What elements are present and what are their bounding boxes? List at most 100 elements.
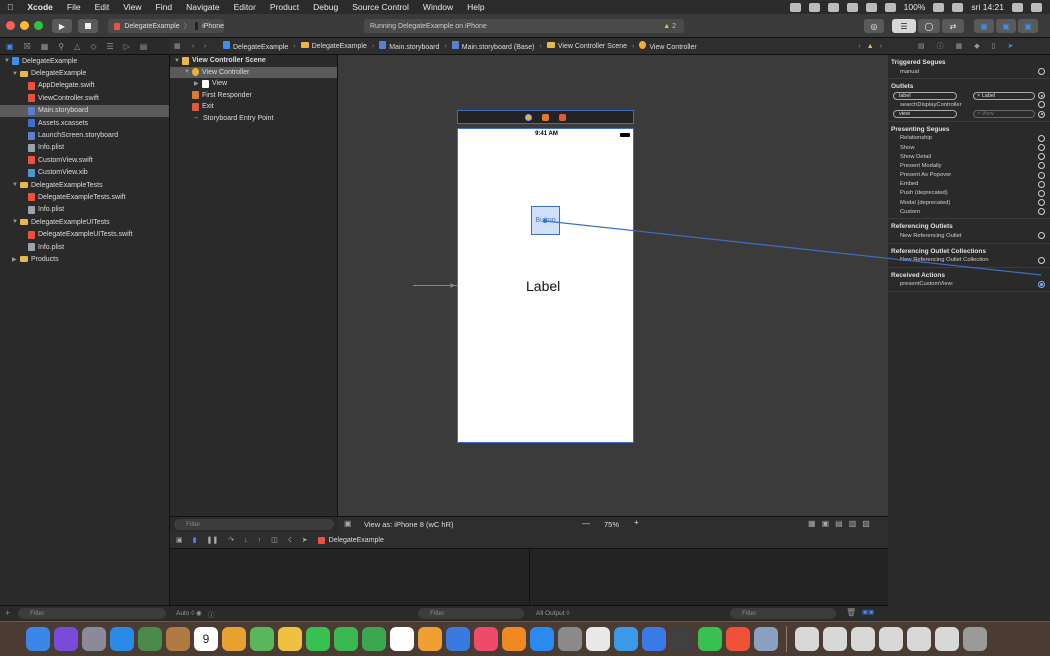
warning-badge[interactable]: ▲ 2 <box>663 23 684 30</box>
update-frames-icon[interactable]: ▦ <box>808 519 816 528</box>
menu-help[interactable]: Help <box>460 2 491 12</box>
ui-label[interactable]: Label <box>526 278 560 294</box>
location-icon[interactable]: ➤ <box>302 536 308 544</box>
file-inspector-icon[interactable]: ▤ <box>918 42 925 50</box>
window-4-icon[interactable] <box>907 627 931 651</box>
breakpoint-navigator-icon[interactable]: ▷ <box>124 42 130 51</box>
connection-row[interactable]: label × Label <box>888 91 1050 100</box>
connection-circle-icon[interactable] <box>1038 171 1045 179</box>
finder-icon[interactable] <box>26 627 50 651</box>
next-issue-icon[interactable]: › <box>880 43 882 50</box>
connection-row[interactable]: New Referencing Outlet Collection <box>888 256 1050 265</box>
symbol-navigator-icon[interactable]: ▦ <box>41 42 49 51</box>
version-editor-button[interactable]: ⇄ <box>942 19 964 33</box>
disclosure-icon[interactable]: ▼ <box>12 219 20 225</box>
disclosure-icon[interactable]: ▼ <box>174 58 182 64</box>
books-icon[interactable] <box>502 627 526 651</box>
connection-row[interactable]: Embed <box>888 180 1050 189</box>
step-over-icon[interactable]: ↷ <box>228 536 234 544</box>
disclosure-icon[interactable]: ▼ <box>12 71 20 77</box>
navigator-item[interactable]: ▼ DelegateExampleUITests <box>0 216 169 228</box>
close-window-button[interactable] <box>6 21 15 30</box>
view-as-device[interactable]: View as: iPhone 8 (wC hR) <box>364 520 453 529</box>
minimize-window-button[interactable] <box>20 21 29 30</box>
chrome-icon[interactable] <box>586 627 610 651</box>
library-button[interactable]: ◎ <box>864 19 884 33</box>
disclosure-icon[interactable]: ▼ <box>184 69 192 75</box>
battery-percentage[interactable]: 100% <box>904 2 926 12</box>
navigator-filter-input[interactable]: Filter <box>18 608 166 619</box>
connection-circle-icon[interactable] <box>1038 199 1045 207</box>
outline-item[interactable]: First Responder <box>170 90 337 102</box>
connection-circle-icon[interactable] <box>1038 101 1045 109</box>
appstore-icon[interactable] <box>530 627 554 651</box>
document-icon[interactable] <box>795 627 819 651</box>
connection-circle-icon[interactable] <box>1038 232 1045 240</box>
variables-filter-input[interactable]: Filter <box>418 608 524 619</box>
toggle-navigator-button[interactable]: ▣ <box>974 19 994 33</box>
status-icon-finder[interactable] <box>808 2 820 12</box>
navigator-item[interactable]: ViewController.swift <box>0 92 169 104</box>
report-navigator-icon[interactable]: ▤ <box>140 42 148 51</box>
outline-item[interactable]: ▶ View <box>170 78 337 90</box>
toggle-debug-area-button[interactable]: ▣ <box>996 19 1016 33</box>
test-navigator-icon[interactable]: ◇ <box>90 42 96 51</box>
menu-file[interactable]: File <box>60 2 88 12</box>
photo-app-icon[interactable] <box>138 627 162 651</box>
warning-icon[interactable]: ▲ <box>867 43 874 50</box>
outlet-target-pill[interactable]: × Label <box>973 92 1035 100</box>
connection-row[interactable]: view × View <box>888 110 1050 119</box>
window-3-icon[interactable] <box>879 627 903 651</box>
align-icon[interactable]: ▤ <box>835 519 843 528</box>
menu-editor[interactable]: Editor <box>227 2 263 12</box>
outline-item[interactable]: Exit <box>170 101 337 113</box>
breakpoints-toggle-icon[interactable]: ▮ <box>193 536 197 544</box>
connection-circle-icon[interactable] <box>1038 162 1045 170</box>
connection-circle-icon[interactable] <box>1038 153 1045 161</box>
issue-navigator-icon[interactable]: △ <box>74 42 80 51</box>
keynote-icon[interactable] <box>446 627 470 651</box>
status-icon-pin[interactable] <box>827 2 839 12</box>
disclosure-icon[interactable]: ▼ <box>4 58 12 64</box>
connection-circle-icon[interactable] <box>1038 280 1045 288</box>
menu-window[interactable]: Window <box>416 2 460 12</box>
jumpbar-crumb-project[interactable]: DelegateExample <box>223 41 288 51</box>
launchpad-icon[interactable] <box>82 627 106 651</box>
outlet-target-pill[interactable]: × View <box>973 110 1035 118</box>
connection-circle-icon[interactable] <box>1038 180 1045 188</box>
add-constraints-icon[interactable]: ▧ <box>849 519 857 528</box>
disclosure-icon[interactable]: ▶ <box>12 256 20 263</box>
xcode-icon[interactable] <box>642 627 666 651</box>
console-view[interactable] <box>530 549 888 605</box>
connection-circle-icon[interactable] <box>1038 256 1045 264</box>
connection-circle-icon[interactable] <box>1038 68 1045 75</box>
wifi-icon[interactable] <box>865 2 877 12</box>
navigator-item[interactable]: Info.plist <box>0 204 169 216</box>
navigator-item[interactable]: ▼ DelegateExampleTests <box>0 179 169 191</box>
window-1-icon[interactable] <box>823 627 847 651</box>
notification-center-icon[interactable] <box>1031 2 1042 12</box>
window-2-icon[interactable] <box>851 627 875 651</box>
jumpbar-crumb-view-controller[interactable]: View Controller <box>639 41 697 51</box>
numbers-icon[interactable] <box>362 627 386 651</box>
variables-view[interactable] <box>170 549 530 605</box>
previous-issue-icon[interactable]: ‹ <box>858 43 860 50</box>
connection-row[interactable]: Custom <box>888 207 1050 216</box>
navigator-item[interactable]: DelegateExampleTests.swift <box>0 191 169 203</box>
view-controller-icon[interactable] <box>525 113 532 121</box>
navigator-item[interactable]: CustomView.xib <box>0 167 169 179</box>
volume-icon[interactable] <box>884 2 896 12</box>
search-icon[interactable] <box>1012 2 1023 12</box>
sublime-icon[interactable] <box>670 627 694 651</box>
disclosure-icon[interactable]: ▶ <box>194 80 202 87</box>
connection-row[interactable]: Present As Popover <box>888 171 1050 180</box>
connection-row[interactable]: Relationship <box>888 134 1050 143</box>
connection-circle-icon[interactable] <box>1038 110 1045 118</box>
attributes-inspector-icon[interactable]: ◆ <box>974 42 979 50</box>
step-out-icon[interactable]: ↑ <box>258 537 262 544</box>
disclosure-icon[interactable]: ▼ <box>12 182 20 188</box>
stop-button[interactable] <box>78 19 98 33</box>
navigator-item[interactable]: DelegateExampleUITests.swift <box>0 228 169 240</box>
ui-button[interactable]: Button <box>531 206 560 235</box>
connection-circle-icon[interactable] <box>1038 189 1045 197</box>
